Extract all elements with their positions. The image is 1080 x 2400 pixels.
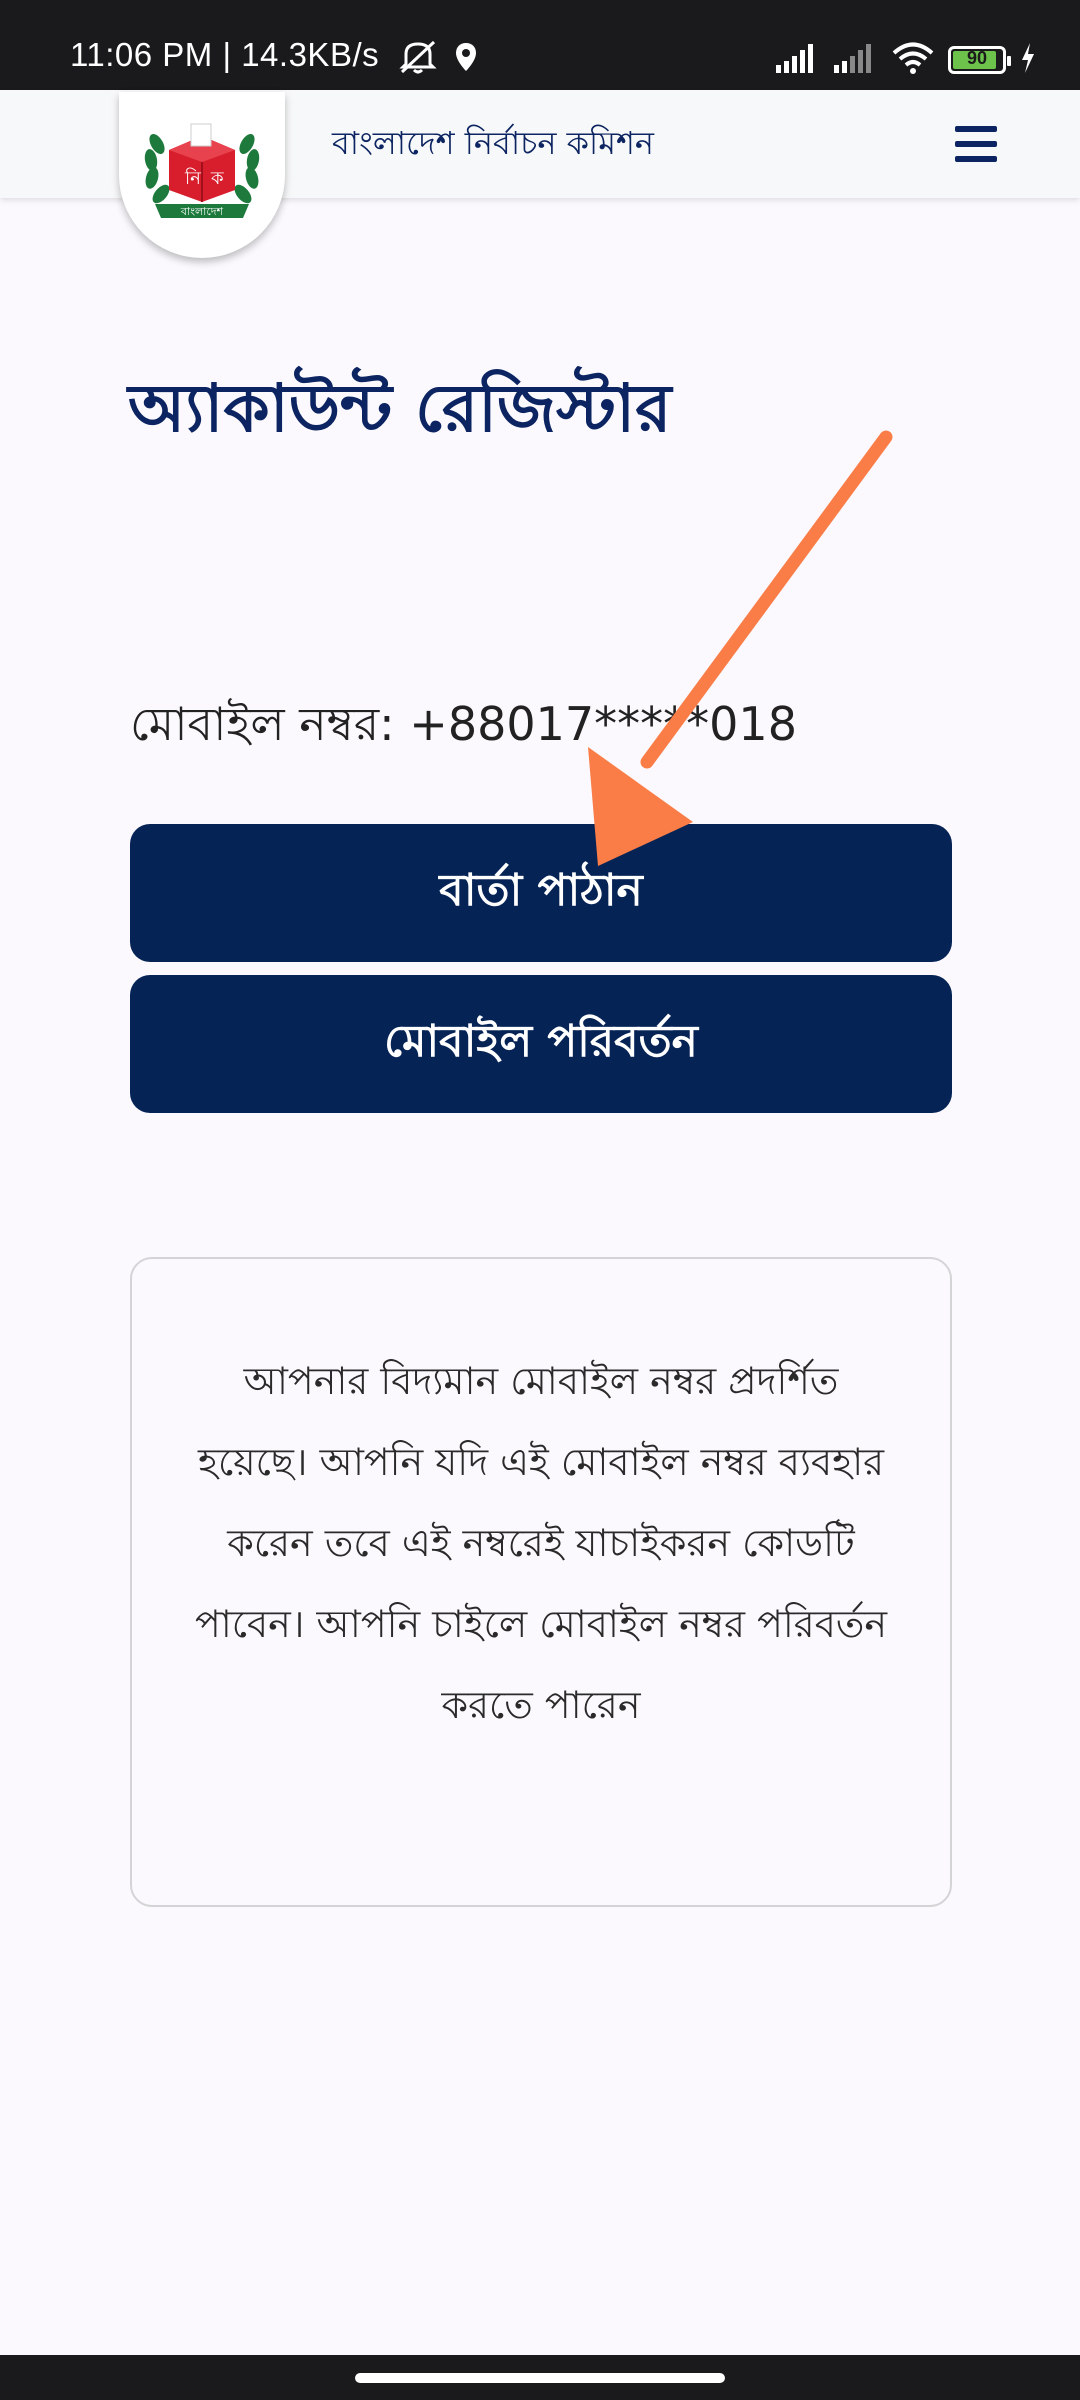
- signal-icon-2: [834, 43, 878, 77]
- send-message-button[interactable]: বার্তা পাঠান: [130, 824, 952, 962]
- navigation-bar: [0, 2355, 1080, 2400]
- battery-level: 90: [966, 48, 988, 68]
- info-card: আপনার বিদ্যমান মোবাইল নম্বর প্রদর্শিত হয…: [130, 1257, 952, 1907]
- change-mobile-button[interactable]: মোবাইল পরিবর্তন: [130, 975, 952, 1113]
- svg-text:ক: ক: [210, 168, 224, 189]
- info-text: আপনার বিদ্যমান মোবাইল নম্বর প্রদর্শিত হয…: [194, 1359, 888, 1727]
- menu-line: [955, 126, 997, 132]
- status-time: 11:06 PM | 14.3KB/s: [70, 36, 380, 73]
- location-icon: [454, 41, 478, 77]
- mute-icon: [398, 40, 438, 78]
- menu-line: [955, 156, 997, 162]
- charging-icon: [1020, 43, 1036, 77]
- hamburger-menu-icon[interactable]: [955, 118, 1015, 170]
- wifi-icon: [892, 42, 934, 78]
- signal-icon: [776, 43, 820, 77]
- svg-text:বাংলাদেশ: বাংলাদেশ: [180, 205, 224, 218]
- menu-line: [955, 141, 997, 147]
- battery-icon: 90: [948, 46, 1011, 74]
- battery-cap: [1007, 56, 1011, 66]
- status-icons: 90: [776, 40, 1036, 80]
- status-left-icons: [398, 40, 478, 78]
- home-gesture-handle[interactable]: [355, 2373, 725, 2383]
- svg-text:নি: নি: [184, 168, 201, 189]
- header-title: বাংলাদেশ নির্বাচন কমিশন: [332, 124, 654, 162]
- page-title: অ্যাকাউন্ট রেজিস্টার: [128, 370, 672, 447]
- mobile-number-label: মোবাইল নম্বর: +88017*****018: [130, 697, 797, 751]
- ec-logo-icon[interactable]: নি ক বাংলাদেশ: [119, 92, 285, 258]
- status-bar: 11:06 PM | 14.3KB/s 90: [0, 0, 1080, 90]
